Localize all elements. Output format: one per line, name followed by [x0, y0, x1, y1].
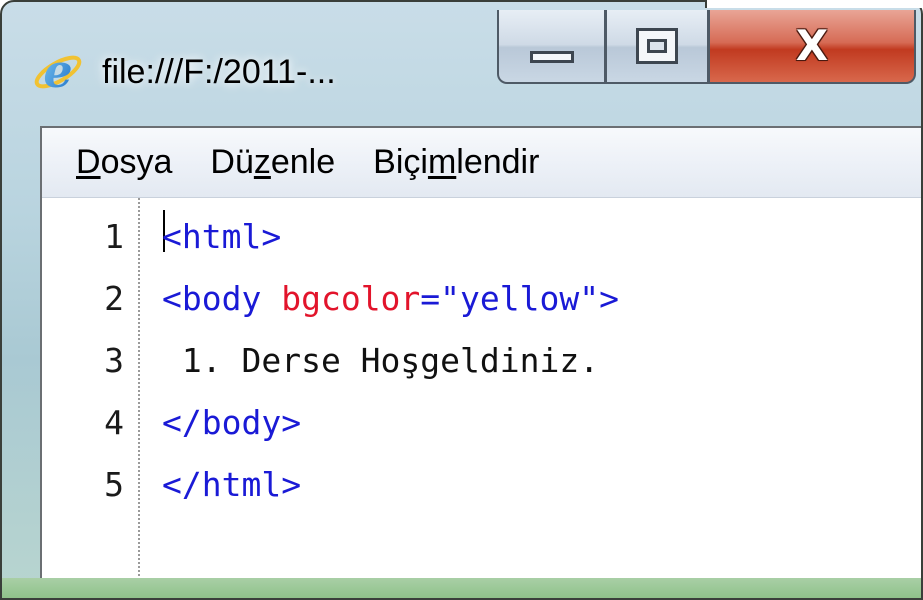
line-number: 1: [104, 217, 124, 256]
bgcolor-value: ="yellow">: [420, 279, 619, 318]
menu-duzenle[interactable]: Düzenle: [210, 143, 335, 182]
line-number: 5: [104, 465, 124, 504]
html-close-tag: </html>: [162, 465, 302, 504]
code-line-2: <body bgcolor="yellow">: [162, 268, 619, 330]
minimize-icon: [529, 51, 574, 63]
code-line-5: </html>: [162, 454, 301, 516]
line-number: 2: [104, 279, 124, 318]
bgcolor-attribute: bgcolor: [281, 279, 421, 318]
svg-text:e: e: [43, 46, 72, 98]
body-text: 1. Derse Hoşgeldiniz.: [162, 341, 600, 380]
menu-accesskey: D: [76, 143, 101, 181]
minimize-button[interactable]: [497, 10, 605, 84]
html-open-tag: <html>: [162, 217, 282, 256]
maximize-button[interactable]: [605, 10, 709, 84]
menu-bicimlendir[interactable]: Biçimlendir: [373, 143, 539, 182]
maximize-icon: [636, 28, 678, 64]
line-number: 3: [104, 341, 124, 380]
code-line-4: </body>: [162, 392, 301, 454]
line-number: 4: [104, 403, 124, 442]
menu-label-post: lendir: [456, 143, 540, 181]
notepad-window: e file:///F:/2011-... X Dosya Düzenle Bi…: [0, 0, 923, 600]
menu-accesskey: m: [427, 143, 457, 181]
code-editor[interactable]: 1 2 3 4 5 <html> <body bgcolor="yellow">…: [42, 198, 921, 584]
menu-label-pre: Biçi: [373, 143, 428, 181]
client-area: Dosya Düzenle Biçimlendir 1 2 3 4 5 <htm…: [40, 126, 921, 586]
menu-label-pre: Dü: [210, 143, 254, 181]
menu-accesskey: z: [253, 143, 271, 181]
body-close-tag: </body>: [162, 403, 302, 442]
internet-explorer-icon: e: [34, 46, 82, 98]
menu-bar: Dosya Düzenle Biçimlendir: [42, 128, 921, 198]
menu-label-post: enle: [270, 143, 336, 181]
menu-label-post: osya: [100, 143, 173, 181]
menu-dosya[interactable]: Dosya: [76, 143, 172, 182]
close-icon: X: [795, 21, 829, 70]
close-button[interactable]: X: [708, 10, 916, 84]
window-title: file:///F:/2011-...: [102, 53, 336, 91]
code-line-3: 1. Derse Hoşgeldiniz.: [162, 330, 599, 392]
screen-background: [705, 0, 923, 8]
code-line-1: <html>: [162, 206, 281, 268]
body-open-tag: <body: [162, 279, 282, 318]
